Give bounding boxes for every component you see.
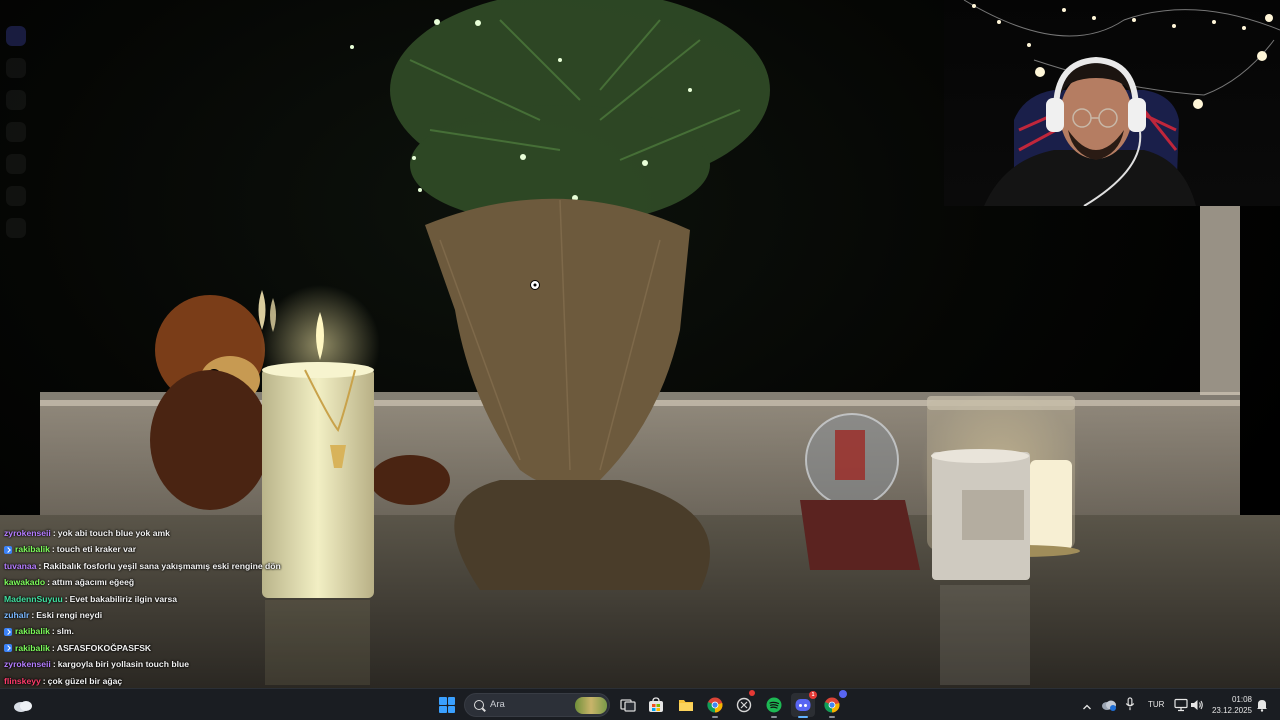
server-icon — [6, 122, 26, 142]
active-indicator — [798, 716, 808, 718]
subscriber-badge-icon — [4, 545, 12, 554]
chat-username: zuhalr — [4, 609, 30, 620]
chat-message-text: Evet bakabiliriz ilgin varsa — [69, 593, 178, 604]
folder-icon — [679, 700, 693, 711]
faint-overlay-dock — [6, 26, 30, 250]
discord-home-icon — [6, 26, 26, 46]
chat-username: zyrokenseii — [4, 659, 51, 670]
chat-message: rakibalik: slm. — [4, 623, 324, 639]
task-view-icon — [620, 699, 636, 712]
subscriber-badge-icon — [4, 627, 12, 636]
search-icon — [474, 700, 484, 710]
chat-separator: : — [31, 609, 35, 620]
taskbar-search-box[interactable]: Ara — [464, 693, 610, 717]
chat-message-text: touch eti kraker var — [56, 544, 137, 555]
chat-message: zyrokenseii: kargoyla biri yollasin touch… — [4, 656, 324, 672]
chat-separator: : — [64, 593, 68, 604]
chrome-button[interactable] — [703, 693, 727, 718]
discord-badge: 1 — [809, 691, 817, 699]
subscriber-badge-icon — [4, 643, 12, 652]
chat-username: zyrokenseii — [4, 528, 51, 538]
chrome-profile-button[interactable] — [820, 690, 847, 718]
chat-message-text: ASFASFOKOĞPASFSK — [56, 642, 152, 653]
screen-capture-button[interactable] — [732, 690, 756, 717]
streamer-webcam-feed — [963, 0, 1280, 206]
running-indicator — [771, 716, 777, 718]
network-icon[interactable] — [1174, 698, 1188, 712]
clock-time: 01:08 — [1231, 695, 1252, 704]
snipping-tool-icon — [736, 697, 752, 713]
server-icon — [6, 90, 26, 110]
windows-taskbar: Ara 1 TUR 01:08 23.12.2025 — [0, 688, 1280, 720]
notification-dot — [749, 690, 755, 696]
chat-username: flinskeyy — [4, 675, 41, 686]
chat-separator: : — [51, 544, 55, 555]
file-explorer-button[interactable] — [674, 693, 698, 717]
chrome-icon — [707, 697, 723, 713]
chat-username: tuvanaa — [4, 560, 37, 571]
chat-message: zyrokenseii: yok abi touch blue yok amk — [4, 525, 324, 541]
microsoft-store-button[interactable] — [644, 693, 668, 717]
input-language-indicator[interactable]: TUR — [1148, 700, 1164, 714]
microphone-icon[interactable] — [1125, 697, 1135, 711]
server-icon — [6, 186, 26, 206]
chat-username: rakibalik — [15, 626, 50, 637]
chat-message-text: yok abi touch blue yok amk — [57, 528, 170, 538]
chat-message: tuvanaa: Rakibalık fosforlu yeşil sana ya… — [4, 558, 324, 574]
chat-message: rakibalik: touch eti kraker var — [4, 541, 324, 557]
chat-message-text: kargoyla biri yollasin touch blue — [57, 659, 190, 670]
server-icon — [6, 218, 26, 238]
chat-separator: : — [47, 577, 50, 588]
discord-button[interactable]: 1 — [791, 691, 817, 718]
start-button[interactable] — [439, 697, 455, 713]
weather-widget[interactable] — [12, 697, 34, 713]
webcam-overlay — [944, 0, 1280, 206]
spotify-button[interactable] — [762, 693, 786, 718]
chat-separator: : — [38, 560, 42, 571]
chat-message: MadennSuyuu: Evet bakabiliriz ilgin varsa — [4, 591, 324, 607]
windows-logo-tile — [439, 697, 447, 705]
windows-logo-tile — [447, 705, 455, 713]
chat-message: rakibalik: ASFASFOKOĞPASFSK — [4, 640, 324, 656]
system-clock[interactable]: 01:08 23.12.2025 — [1206, 694, 1252, 716]
chat-message: kawakado: attım ağacımı eğeeğ — [4, 574, 324, 590]
clock-date: 23.12.2025 — [1211, 706, 1252, 715]
chat-message-text: çok güzel bir ağaç — [47, 675, 123, 686]
chat-username: MadennSuyuu — [4, 593, 63, 604]
search-highlight-image — [575, 697, 607, 714]
chat-message-text: attım ağacımı eğeeğ — [51, 577, 135, 588]
chat-message: flinskeyy: çok güzel bir ağaç — [4, 673, 324, 689]
chat-username: rakibalik — [15, 642, 50, 653]
show-hidden-icons-chevron-icon[interactable] — [1082, 700, 1092, 714]
windows-logo-tile — [439, 705, 447, 713]
chat-separator: : — [52, 659, 56, 670]
chat-message-text: slm. — [56, 626, 74, 637]
task-view-button[interactable] — [616, 693, 640, 717]
chat-message-text: Eski rengi neydi — [36, 609, 103, 620]
running-indicator — [829, 716, 835, 718]
chat-message: zuhalr: Eski rengi neydi — [4, 607, 324, 623]
onedrive-cloud-icon[interactable] — [1101, 698, 1117, 712]
chat-username: kawakado — [4, 577, 46, 588]
volume-icon[interactable] — [1190, 698, 1204, 712]
chrome-icon — [824, 697, 840, 713]
chat-username: rakibalik — [15, 544, 50, 555]
notification-bell-icon[interactable] — [1256, 698, 1268, 712]
windows-logo-tile — [447, 697, 455, 705]
server-icon — [6, 58, 26, 78]
spotify-icon — [766, 697, 782, 713]
discord-icon — [795, 699, 811, 711]
chat-separator: : — [52, 528, 56, 538]
chat-message-text: Rakibalık fosforlu yeşil sana yakışmamış… — [43, 560, 281, 571]
search-placeholder: Ara — [490, 699, 505, 710]
cloud-icon — [14, 701, 32, 712]
server-icon — [6, 154, 26, 174]
chat-separator: : — [51, 626, 55, 637]
profile-badge-icon — [839, 690, 847, 698]
chat-separator: : — [51, 642, 55, 653]
chat-separator: : — [42, 675, 46, 686]
store-icon — [649, 697, 663, 712]
running-indicator — [712, 716, 718, 718]
cursor-icon — [530, 280, 540, 290]
